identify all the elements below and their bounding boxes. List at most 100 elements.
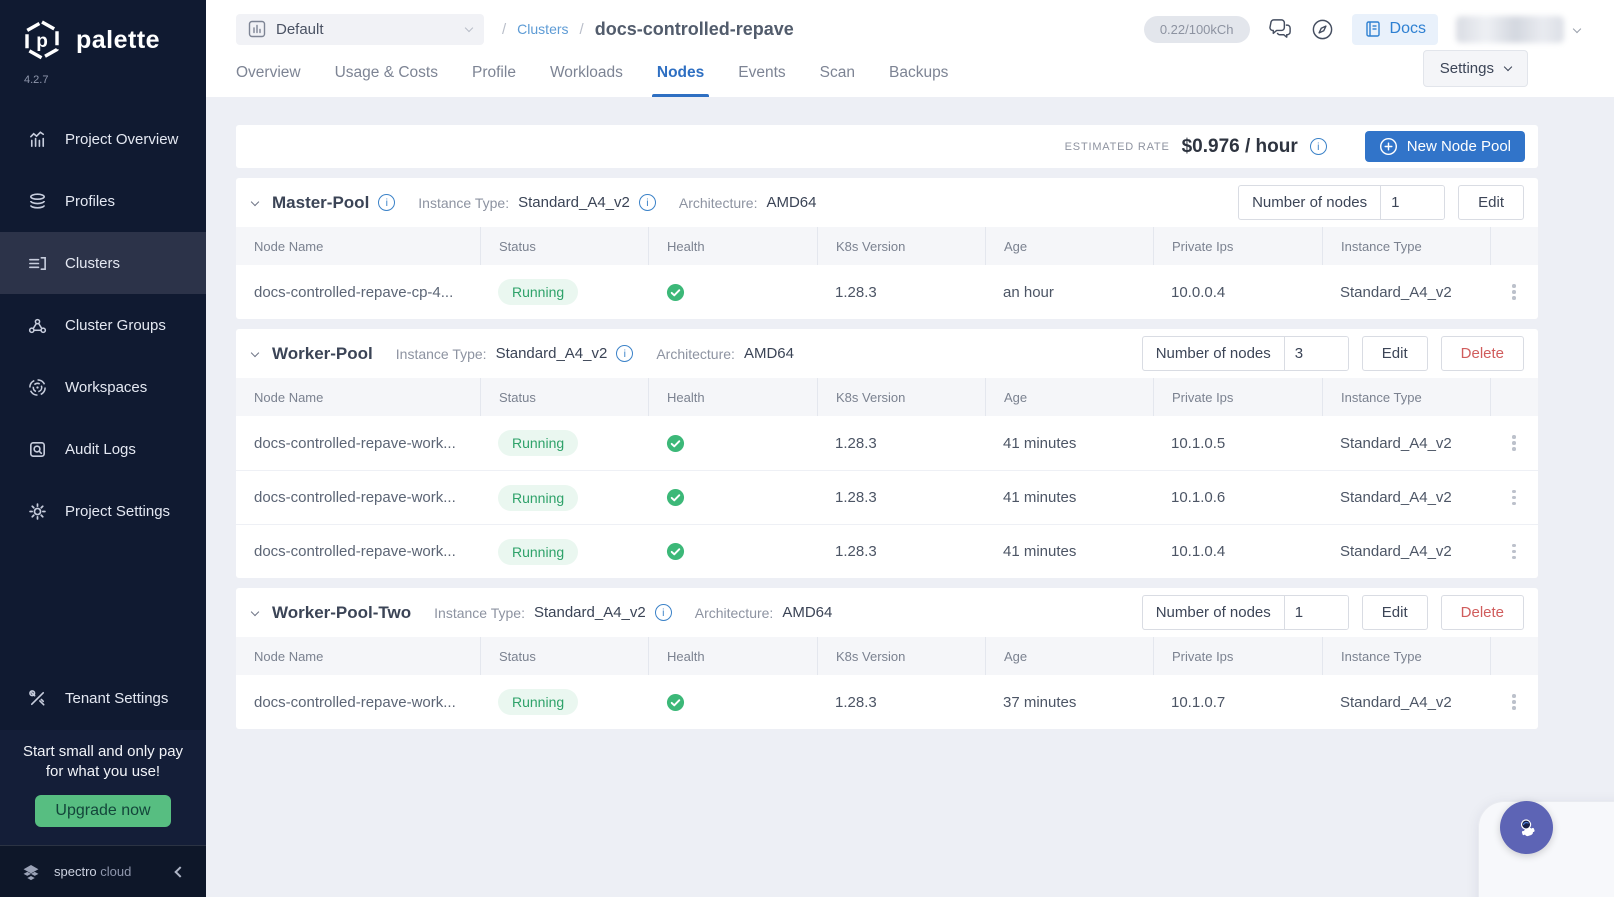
number-of-nodes-input[interactable] [1283,337,1348,370]
book-icon [1365,21,1380,37]
delete-pool-button[interactable]: Delete [1440,336,1524,371]
explore-compass-button[interactable] [1311,18,1334,41]
pool-name: Master-Pool [272,192,370,212]
health-ok-icon [666,488,685,507]
instance-type-info-icon[interactable]: i [654,604,672,621]
sidebar-item-profiles[interactable]: Profiles [0,170,206,232]
node-age: 41 minutes [1003,434,1077,452]
rate-info-icon[interactable]: i [1309,138,1327,155]
sidebar-item-clusters[interactable]: Clusters [0,232,206,294]
tab-workloads[interactable]: Workloads [550,48,623,97]
chevron-down-icon [1572,24,1582,34]
architecture-label: Architecture: [678,194,758,211]
edit-pool-button[interactable]: Edit [1361,595,1428,630]
status-badge: Running [498,279,579,305]
col-status: Status [480,227,648,265]
instance-type-info-icon[interactable]: i [616,345,634,362]
k8s-version: 1.28.3 [835,489,877,506]
breadcrumb-separator: / [579,20,584,38]
sidebar-item-audit-logs[interactable]: Audit Logs [0,418,206,480]
edit-pool-button[interactable]: Edit [1361,336,1428,371]
row-menu-kebab-icon[interactable] [1508,280,1520,304]
delete-pool-button[interactable]: Delete [1440,595,1524,630]
pool-info-icon[interactable]: i [378,194,396,211]
cluster-settings-button[interactable]: Settings [1422,50,1528,87]
tab-backups[interactable]: Backups [889,48,948,97]
pool-actions: Number of nodes Edit Delete [1141,595,1524,630]
table-row: docs-controlled-repave-cp-4... Running 1… [236,265,1538,319]
app-version: 4.2.7 [24,74,49,86]
k8s-version: 1.28.3 [835,283,877,301]
instance-type-label: Instance Type: [418,194,510,211]
docs-button[interactable]: Docs [1351,13,1438,45]
breadcrumb-clusters-link[interactable]: Clusters [517,21,568,37]
tab-profile[interactable]: Profile [472,48,516,97]
table-row: docs-controlled-repave-work... Running 1… [236,416,1538,470]
upgrade-now-button[interactable]: Upgrade now [35,795,171,827]
footer-brand-word2: cloud [100,864,132,879]
docs-button-label: Docs [1389,20,1426,37]
instance-type-value: Standard_A4_v2 [533,604,646,621]
tab-overview[interactable]: Overview [236,48,301,97]
private-ip: 10.1.0.6 [1171,489,1226,506]
table-row: docs-controlled-repave-work... Running 1… [236,470,1538,524]
pool-collapse-button[interactable] [250,192,260,210]
bar-chart-icon [248,20,266,38]
col-age: Age [985,637,1153,675]
pool-collapse-button[interactable] [250,343,260,361]
instance-type-value: Standard_A4_v2 [518,194,630,211]
health-ok-icon [666,434,685,452]
row-menu-kebab-icon[interactable] [1508,486,1520,510]
row-menu-kebab-icon[interactable] [1508,690,1520,714]
node-pool-master: Master-Pool i Instance Type: Standard_A4… [236,178,1538,319]
row-menu-kebab-icon[interactable] [1508,540,1520,564]
node-age: 41 minutes [1003,543,1077,560]
tab-usage-costs[interactable]: Usage & Costs [335,48,438,97]
sidebar-item-project-overview[interactable]: Project Overview [0,108,206,170]
sidebar-item-label: Profiles [65,192,116,210]
node-age: 37 minutes [1003,693,1077,711]
number-of-nodes-input[interactable] [1380,186,1445,219]
col-age: Age [985,378,1153,416]
profiles-stack-icon [26,190,48,212]
sidebar-item-tenant-settings[interactable]: Tenant Settings [0,668,206,730]
instance-type: Standard_A4_v2 [1340,693,1452,711]
col-status: Status [480,378,648,416]
col-instance-type: Instance Type [1322,227,1490,265]
status-badge: Running [498,689,579,715]
cluster-tabs: Overview Usage & Costs Profile Workloads… [236,48,948,97]
tab-scan[interactable]: Scan [820,48,855,97]
tab-events[interactable]: Events [738,48,785,97]
pool-actions: Number of nodes Edit Delete [1141,336,1524,371]
palette-hexagon-logo-icon: p [25,20,59,60]
edit-pool-button[interactable]: Edit [1458,185,1524,220]
instance-type-info-icon[interactable]: i [638,194,656,211]
topbar-row-breadcrumb: Default / Clusters / docs-controlled-rep… [206,0,1614,48]
node-pool-worker: Worker-Pool Instance Type: Standard_A4_v… [236,329,1538,578]
sidebar-collapse-button[interactable] [172,859,188,885]
architecture-value: AMD64 [743,345,794,362]
chevron-down-icon [1503,62,1513,72]
health-ok-icon [666,542,685,561]
pool-name: Worker-Pool [272,343,373,363]
architecture-value: AMD64 [766,194,817,211]
number-of-nodes-group: Number of nodes [1141,595,1349,630]
feedback-chat-button[interactable] [1268,18,1293,40]
tab-nodes[interactable]: Nodes [651,48,710,97]
sidebar-item-workspaces[interactable]: Workspaces [0,356,206,418]
row-menu-kebab-icon[interactable] [1508,431,1520,455]
new-node-pool-button[interactable]: New Node Pool [1364,131,1525,162]
pool-collapse-button[interactable] [250,602,260,620]
project-scope-select[interactable]: Default [236,13,484,45]
project-scope-value: Default [276,20,324,38]
sidebar-item-label: Cluster Groups [65,316,166,334]
node-name: docs-controlled-repave-work... [254,489,456,506]
k8s-version: 1.28.3 [835,543,877,560]
col-private-ips: Private Ips [1153,637,1322,675]
help-astronaut-button[interactable] [1500,801,1553,854]
usage-quota-badge: 0.22/100kCh [1143,15,1250,43]
sidebar-item-cluster-groups[interactable]: Cluster Groups [0,294,206,356]
sidebar-item-project-settings[interactable]: Project Settings [0,480,206,542]
number-of-nodes-input[interactable] [1283,596,1348,629]
user-account-menu[interactable] [1456,15,1582,43]
